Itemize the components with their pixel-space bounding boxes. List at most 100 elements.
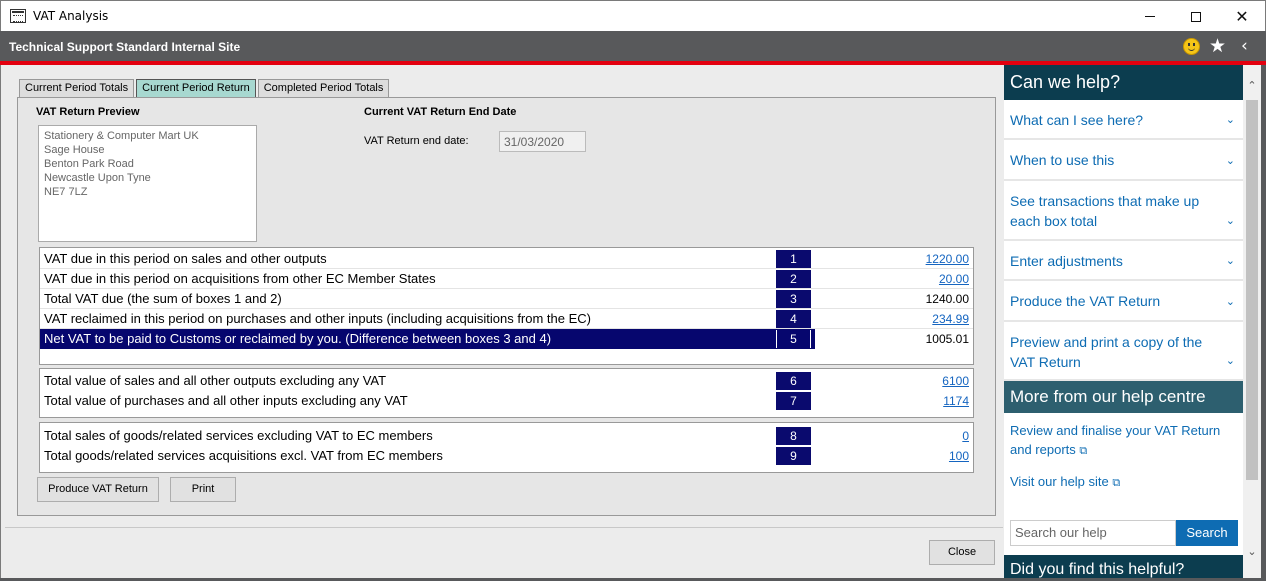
help-heading: Can we help? (1004, 65, 1243, 100)
box-number: 6 (776, 372, 811, 390)
help-item-when-to-use[interactable]: When to use this ⌄ (1004, 140, 1243, 181)
visit-help-site-link[interactable]: Visit our help site ⧉ (1004, 472, 1243, 492)
box-value-link[interactable]: 1174 (943, 391, 969, 411)
address-line: Sage House (44, 143, 251, 157)
table-row: Total VAT due (the sum of boxes 1 and 2)… (40, 289, 973, 309)
end-date-field[interactable]: 31/03/2020 (499, 131, 586, 152)
link-label: Review and finalise your VAT Return and … (1010, 423, 1220, 457)
table-row: Total value of sales and all other outpu… (40, 371, 973, 391)
calculator-icon (10, 9, 26, 23)
maximize-button[interactable] (1173, 1, 1219, 32)
chevron-down-icon: ⌄ (1226, 351, 1235, 371)
box-description: VAT due in this period on acquisitions f… (44, 269, 436, 289)
table-row: Total sales of goods/related services ex… (40, 426, 973, 446)
produce-vat-return-button[interactable]: Produce VAT Return (37, 477, 159, 502)
smiley-icon[interactable] (1183, 38, 1200, 55)
chevron-left-icon[interactable]: ‹ (1241, 36, 1248, 56)
table-row: VAT reclaimed in this period on purchase… (40, 309, 973, 329)
tab-completed-period-totals[interactable]: Completed Period Totals (258, 79, 390, 97)
preview-heading: VAT Return Preview (36, 106, 140, 118)
box-description: VAT reclaimed in this period on purchase… (44, 309, 591, 329)
help-item-see-transactions[interactable]: See transactions that make up each box t… (1004, 181, 1243, 241)
chevron-down-icon: ⌄ (1226, 292, 1235, 312)
site-header: Technical Support Standard Internal Site… (0, 31, 1266, 61)
address-line: NE7 7LZ (44, 185, 251, 199)
help-item-preview-print[interactable]: Preview and print a copy of the VAT Retu… (1004, 322, 1243, 381)
help-item-enter-adjustments[interactable]: Enter adjustments ⌄ (1004, 241, 1243, 281)
scroll-thumb[interactable] (1246, 100, 1258, 480)
external-link-icon: ⧉ (1112, 476, 1120, 489)
help-item-label: Enter adjustments (1010, 253, 1123, 269)
help-item-label: When to use this (1010, 152, 1114, 168)
box-number: 7 (776, 392, 811, 410)
box-value-link[interactable]: 6100 (942, 371, 969, 391)
table-row: VAT due in this period on acquisitions f… (40, 269, 973, 289)
scroll-up-icon[interactable]: ⌃ (1243, 79, 1261, 97)
window-titlebar: VAT Analysis ✕ (0, 0, 1266, 31)
help-search-button[interactable]: Search (1176, 520, 1238, 546)
close-button[interactable]: Close (929, 540, 995, 565)
box-number: 8 (776, 427, 811, 445)
box-number: 1 (776, 250, 811, 268)
box-number: 9 (776, 447, 811, 465)
box-description: Total goods/related services acquisition… (44, 446, 443, 466)
table-row: Total value of purchases and all other i… (40, 391, 973, 411)
link-label: Visit our help site (1010, 474, 1109, 489)
box-description: Net VAT to be paid to Customs or reclaim… (44, 329, 551, 349)
box-description: Total value of sales and all other outpu… (44, 371, 386, 391)
box-description: Total sales of goods/related services ex… (44, 426, 433, 446)
box-value-link[interactable]: 0 (962, 426, 969, 446)
help-item-produce-return[interactable]: Produce the VAT Return ⌄ (1004, 281, 1243, 322)
address-line: Stationery & Computer Mart UK (44, 129, 251, 143)
external-link-icon: ⧉ (1079, 444, 1087, 457)
box-number: 5 (776, 330, 811, 348)
print-button[interactable]: Print (170, 477, 236, 502)
table-row: Total goods/related services acquisition… (40, 446, 973, 466)
maximize-icon (1191, 12, 1201, 22)
chevron-down-icon: ⌄ (1226, 251, 1235, 271)
box-value: 1005.01 (815, 329, 973, 349)
main-area: Current Period Totals Current Period Ret… (0, 65, 1004, 581)
help-item-label: What can I see here? (1010, 112, 1143, 128)
table-row-selected[interactable]: Net VAT to be paid to Customs or reclaim… (40, 329, 973, 349)
help-pane: Can we help? What can I see here? ⌄ When… (1004, 65, 1243, 581)
chevron-down-icon: ⌄ (1226, 110, 1235, 130)
review-finalise-link[interactable]: Review and finalise your VAT Return and … (1004, 421, 1243, 460)
box-value-link[interactable]: 234.99 (932, 309, 969, 329)
help-search-input[interactable]: Search our help (1010, 520, 1176, 546)
address-preview: Stationery & Computer Mart UK Sage House… (38, 125, 257, 242)
chevron-down-icon: ⌄ (1226, 151, 1235, 171)
box-description: Total value of purchases and all other i… (44, 391, 408, 411)
tab-current-period-totals[interactable]: Current Period Totals (19, 79, 134, 97)
close-icon: ✕ (1235, 7, 1248, 26)
window-border (1261, 65, 1266, 581)
window-title: VAT Analysis (33, 9, 108, 23)
close-window-button[interactable]: ✕ (1219, 1, 1265, 32)
box-value-link[interactable]: 100 (949, 446, 969, 466)
box-value-link[interactable]: 1220.00 (926, 249, 969, 269)
box-description: VAT due in this period on sales and othe… (44, 249, 327, 269)
box-number: 3 (776, 290, 811, 308)
tab-current-period-return[interactable]: Current Period Return (136, 79, 256, 97)
footer-divider (5, 527, 1003, 528)
box-description: Total VAT due (the sum of boxes 1 and 2) (44, 289, 282, 309)
return-panel: VAT Return Preview Stationery & Computer… (17, 97, 996, 516)
minimize-icon (1145, 16, 1155, 17)
box-number: 2 (776, 270, 811, 288)
box-number: 4 (776, 310, 811, 328)
help-item-what-can-i-see[interactable]: What can I see here? ⌄ (1004, 100, 1243, 140)
help-item-label: Preview and print a copy of the VAT Retu… (1010, 334, 1202, 370)
scroll-down-icon[interactable]: ⌄ (1243, 545, 1261, 563)
vat-boxes-table: VAT due in this period on sales and othe… (39, 247, 974, 365)
end-date-heading: Current VAT Return End Date (364, 106, 516, 118)
help-search: Search our help Search (1010, 520, 1238, 546)
help-item-label: Produce the VAT Return (1010, 293, 1160, 309)
minimize-button[interactable] (1127, 1, 1173, 32)
star-icon[interactable]: ★ (1209, 35, 1226, 57)
end-date-label: VAT Return end date: (364, 135, 469, 147)
help-item-label: See transactions that make up each box t… (1010, 193, 1199, 229)
help-scrollbar[interactable]: ⌃ ⌄ (1243, 65, 1261, 581)
ec-boxes-table: Total sales of goods/related services ex… (39, 422, 974, 473)
address-line: Newcastle Upon Tyne (44, 171, 251, 185)
box-value-link[interactable]: 20.00 (939, 269, 969, 289)
